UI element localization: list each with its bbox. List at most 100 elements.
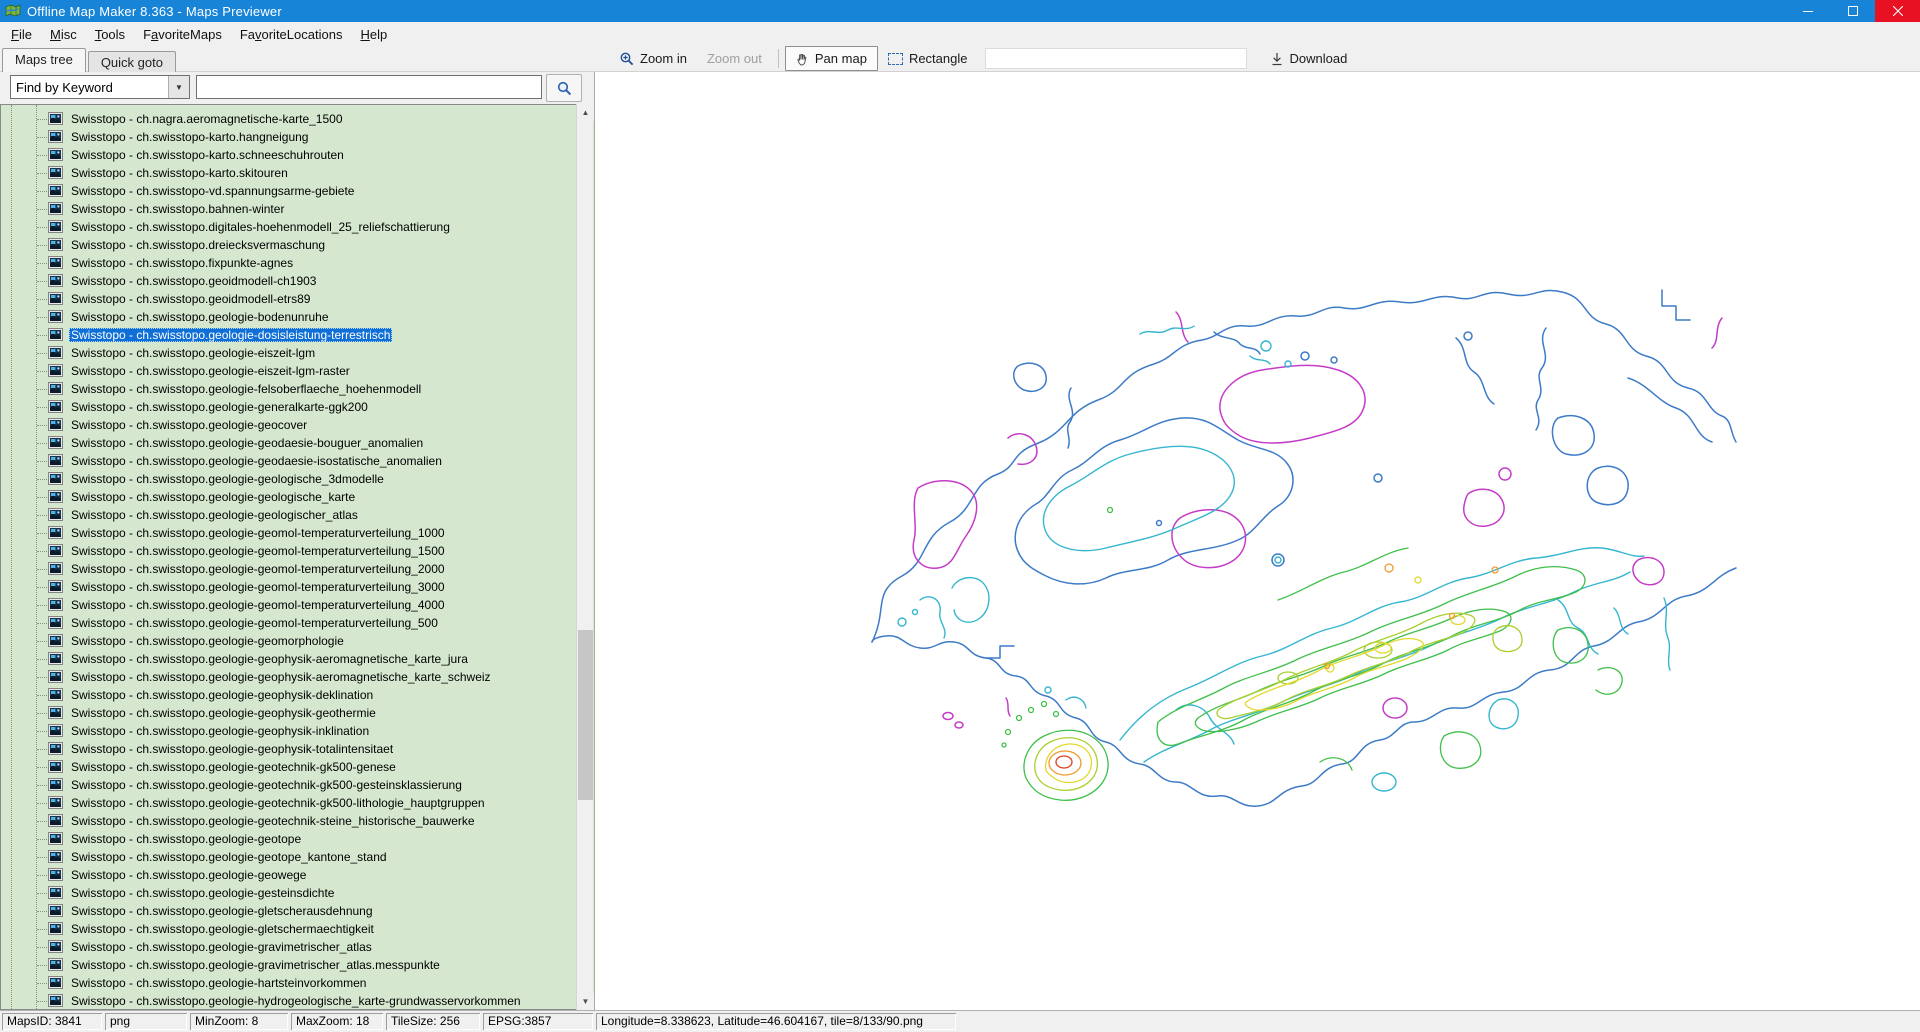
tree-row-label: Swisstopo - ch.swisstopo.geologie-gravim…: [69, 958, 442, 972]
map-layer-icon: [48, 796, 63, 809]
tree-row[interactable]: Swisstopo - ch.swisstopo.bahnen-winter: [1, 200, 594, 218]
tree-row[interactable]: Swisstopo - ch.swisstopo.geologie-gravim…: [1, 956, 594, 974]
tree-row[interactable]: Swisstopo - ch.swisstopo.geologie-felsob…: [1, 380, 594, 398]
tree-row[interactable]: Swisstopo - ch.swisstopo.dreiecksvermasc…: [1, 236, 594, 254]
tab-maps-tree[interactable]: Maps tree: [2, 48, 86, 72]
tree-row[interactable]: Swisstopo - ch.swisstopo.geologie-geomol…: [1, 614, 594, 632]
maximize-button[interactable]: [1830, 0, 1875, 22]
tree-row[interactable]: Swisstopo - ch.swisstopo.geologie-geophy…: [1, 704, 594, 722]
zoom-in-button[interactable]: Zoom in: [610, 47, 697, 70]
scroll-up-arrow-icon[interactable]: ▲: [577, 104, 594, 121]
tree-row[interactable]: Swisstopo - ch.swisstopo.geologie-geophy…: [1, 740, 594, 758]
map-layer-icon: [48, 328, 63, 341]
tree-row[interactable]: Swisstopo - ch.swisstopo.geologie-geomol…: [1, 578, 594, 596]
tree-row[interactable]: Swisstopo - ch.nagra.aeromagnetische-kar…: [1, 110, 594, 128]
status-panel: png: [105, 1013, 187, 1030]
tree-row-label: Swisstopo - ch.swisstopo.geologie-geophy…: [69, 724, 371, 738]
map-layer-icon: [48, 976, 63, 989]
title-bar[interactable]: Offline Map Maker 8.363 - Maps Previewer: [0, 0, 1920, 22]
tree-row[interactable]: Swisstopo - ch.swisstopo.geologie-geophy…: [1, 668, 594, 686]
tree-row[interactable]: Swisstopo - ch.swisstopo.geologie-geotec…: [1, 794, 594, 812]
map-layer-icon: [48, 832, 63, 845]
tab-quick-goto[interactable]: Quick goto: [88, 51, 176, 72]
tree-row[interactable]: Swisstopo - ch.swisstopo.geologie-geomol…: [1, 560, 594, 578]
search-input[interactable]: [196, 75, 542, 99]
tree-row[interactable]: Swisstopo - ch.swisstopo.geologie-gestei…: [1, 884, 594, 902]
tree-row-label: Swisstopo - ch.swisstopo.geologie-geodae…: [69, 454, 444, 468]
menu-item[interactable]: Help: [351, 24, 396, 45]
search-button[interactable]: [546, 74, 582, 102]
tree-row[interactable]: Swisstopo - ch.swisstopo-karto.hangneigu…: [1, 128, 594, 146]
pan-map-button[interactable]: Pan map: [785, 46, 878, 71]
tree-row[interactable]: Swisstopo - ch.swisstopo.geoidmodell-etr…: [1, 290, 594, 308]
scroll-down-arrow-icon[interactable]: ▼: [577, 993, 594, 1010]
tree-row[interactable]: Swisstopo - ch.swisstopo.geologie-hartst…: [1, 974, 594, 992]
tree-row[interactable]: Swisstopo - ch.swisstopo.geologie-geophy…: [1, 722, 594, 740]
map-layer-icon: [48, 346, 63, 359]
zoom-out-button[interactable]: Zoom out: [697, 47, 772, 70]
download-icon: [1271, 52, 1283, 66]
tree-row[interactable]: Swisstopo - ch.swisstopo.geologie-geotec…: [1, 776, 594, 794]
tree-row[interactable]: Swisstopo - ch.swisstopo.geologie-eiszei…: [1, 344, 594, 362]
tree-row[interactable]: Swisstopo - ch.swisstopo.geologie-geoweg…: [1, 866, 594, 884]
tree-row[interactable]: Swisstopo - ch.swisstopo.geologie-geotec…: [1, 812, 594, 830]
map-layer-icon: [48, 220, 63, 233]
tree-row[interactable]: Swisstopo - ch.swisstopo.geologie-geomol…: [1, 524, 594, 542]
tree-row[interactable]: Swisstopo - ch.swisstopo.fixpunkte-agnes: [1, 254, 594, 272]
map-layer-icon: [48, 526, 63, 539]
tree-row[interactable]: Swisstopo - ch.swisstopo-karto.schneesch…: [1, 146, 594, 164]
download-button[interactable]: Download: [1261, 47, 1357, 70]
tree-row-label: Swisstopo - ch.swisstopo.geologie-eiszei…: [69, 364, 352, 378]
tree-row[interactable]: Swisstopo - ch.swisstopo.geologie-geotop…: [1, 830, 594, 848]
menu-item[interactable]: FavoriteLocations: [231, 24, 352, 45]
tree-row[interactable]: Swisstopo - ch.swisstopo.geologie-geophy…: [1, 686, 594, 704]
tree-row[interactable]: Swisstopo - ch.swisstopo.digitales-hoehe…: [1, 218, 594, 236]
tree-row[interactable]: Swisstopo - ch.swisstopo.geologie-geomol…: [1, 596, 594, 614]
tree-row[interactable]: Swisstopo - ch.swisstopo.geologie-gravim…: [1, 938, 594, 956]
tree-row[interactable]: Swisstopo - ch.swisstopo.geologie-geolog…: [1, 506, 594, 524]
rectangle-button[interactable]: Rectangle: [878, 47, 978, 70]
map-canvas[interactable]: [595, 72, 1920, 1010]
app-icon: [5, 3, 21, 19]
menu-item[interactable]: File: [2, 24, 41, 45]
tree-row[interactable]: Swisstopo - ch.swisstopo.geologie-gletsc…: [1, 902, 594, 920]
map-toolbar: Zoom in Zoom out Pan map Rectangle: [610, 46, 1357, 71]
tree-row[interactable]: Swisstopo - ch.swisstopo.geologie-geotec…: [1, 758, 594, 776]
tree-row[interactable]: Swisstopo - ch.swisstopo.geologie-genera…: [1, 398, 594, 416]
app-window: Offline Map Maker 8.363 - Maps Previewer…: [0, 0, 1920, 1032]
find-mode-select[interactable]: Find by Keyword ▼: [10, 75, 190, 99]
scrollbar-thumb[interactable]: [578, 630, 593, 800]
tree-row[interactable]: Swisstopo - ch.swisstopo-karto.skitouren: [1, 164, 594, 182]
tree-row-label: Swisstopo - ch.swisstopo.dreiecksvermasc…: [69, 238, 327, 252]
minimize-button[interactable]: [1785, 0, 1830, 22]
tree-row[interactable]: Swisstopo - ch.swisstopo.geologie-hydrog…: [1, 992, 594, 1010]
menu-item[interactable]: Misc: [41, 24, 86, 45]
tree-row[interactable]: Swisstopo - ch.swisstopo.geologie-bodenu…: [1, 308, 594, 326]
menu-item[interactable]: Tools: [86, 24, 134, 45]
tree-row[interactable]: Swisstopo - ch.swisstopo.geologie-geodae…: [1, 452, 594, 470]
menu-item[interactable]: FavoriteMaps: [134, 24, 231, 45]
close-button[interactable]: [1875, 0, 1920, 22]
coords-input[interactable]: [985, 48, 1247, 69]
tree-row[interactable]: Swisstopo - ch.swisstopo.geologie-geolog…: [1, 470, 594, 488]
tree-row-label: Swisstopo - ch.swisstopo.geologie-geoweg…: [69, 868, 308, 882]
tree-row[interactable]: Swisstopo - ch.swisstopo.geologie-gletsc…: [1, 920, 594, 938]
tree-row[interactable]: Swisstopo - ch.swisstopo.geologie-geomol…: [1, 542, 594, 560]
tree-row[interactable]: Swisstopo - ch.swisstopo.geologie-eiszei…: [1, 362, 594, 380]
tree-row[interactable]: Swisstopo - ch.swisstopo.geologie-geocov…: [1, 416, 594, 434]
tree-row-label: Swisstopo - ch.swisstopo.geologie-genera…: [69, 400, 370, 414]
tree-scrollbar[interactable]: ▲ ▼: [576, 104, 593, 1010]
tree-row[interactable]: Swisstopo - ch.swisstopo.geologie-geomor…: [1, 632, 594, 650]
tree-row[interactable]: Swisstopo - ch.swisstopo.geologie-geolog…: [1, 488, 594, 506]
tree-row[interactable]: Swisstopo - ch.swisstopo.geologie-geotop…: [1, 848, 594, 866]
map-layer-icon: [48, 382, 63, 395]
close-icon: [1893, 6, 1903, 16]
tree-row[interactable]: Swisstopo - ch.swisstopo.geologie-geodae…: [1, 434, 594, 452]
tree-row[interactable]: Swisstopo - ch.swisstopo-vd.spannungsarm…: [1, 182, 594, 200]
map-layer-icon: [48, 508, 63, 521]
tree-row[interactable]: Swisstopo - ch.swisstopo.geologie-geophy…: [1, 650, 594, 668]
chevron-down-icon[interactable]: ▼: [168, 76, 189, 98]
map-layer-icon: [48, 958, 63, 971]
tree-row[interactable]: Swisstopo - ch.swisstopo.geologie-dosisl…: [1, 326, 594, 344]
tree-row[interactable]: Swisstopo - ch.swisstopo.geoidmodell-ch1…: [1, 272, 594, 290]
